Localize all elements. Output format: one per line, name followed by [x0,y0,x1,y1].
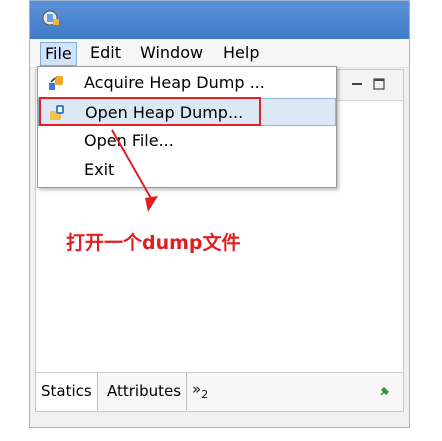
menu-help[interactable]: Help [223,43,259,63]
menu-item-exit[interactable]: Exit [38,156,336,184]
annotation-text: 打开一个dump文件 [66,232,241,254]
pin-icon[interactable] [379,385,391,397]
menu-item-label: Exit [84,160,115,179]
minimize-icon[interactable] [351,78,363,90]
acquire-heap-icon [49,76,63,90]
app-window: File Edit Window Help Statics Attributes… [29,0,410,428]
menu-item-open-file[interactable]: Open File... [38,127,336,155]
menu-item-label: Open File... [84,131,174,150]
menu-item-acquire-heap-dump[interactable]: Acquire Heap Dump ... [38,69,336,97]
menu-file[interactable]: File [40,42,77,66]
tab-attributes[interactable]: Attributes [102,373,188,410]
annotation-highlight-box [39,97,261,126]
menu-edit[interactable]: Edit [90,43,121,63]
tab-statics[interactable]: Statics [36,373,98,410]
tab-overflow-button[interactable]: »2 [192,380,208,401]
bottom-tab-bar: Statics Attributes »2 [36,372,403,411]
memory-analyzer-app-icon [42,10,59,26]
menu-bar: File Edit Window Help [30,39,409,68]
overflow-chevron: » [192,380,202,398]
maximize-icon[interactable] [373,78,385,90]
overflow-count: 2 [201,388,209,401]
title-bar [30,1,409,39]
menu-window[interactable]: Window [140,43,203,63]
file-menu-dropdown: Acquire Heap Dump ... Open Heap Dump... … [37,66,337,188]
menu-item-label: Acquire Heap Dump ... [84,73,265,92]
